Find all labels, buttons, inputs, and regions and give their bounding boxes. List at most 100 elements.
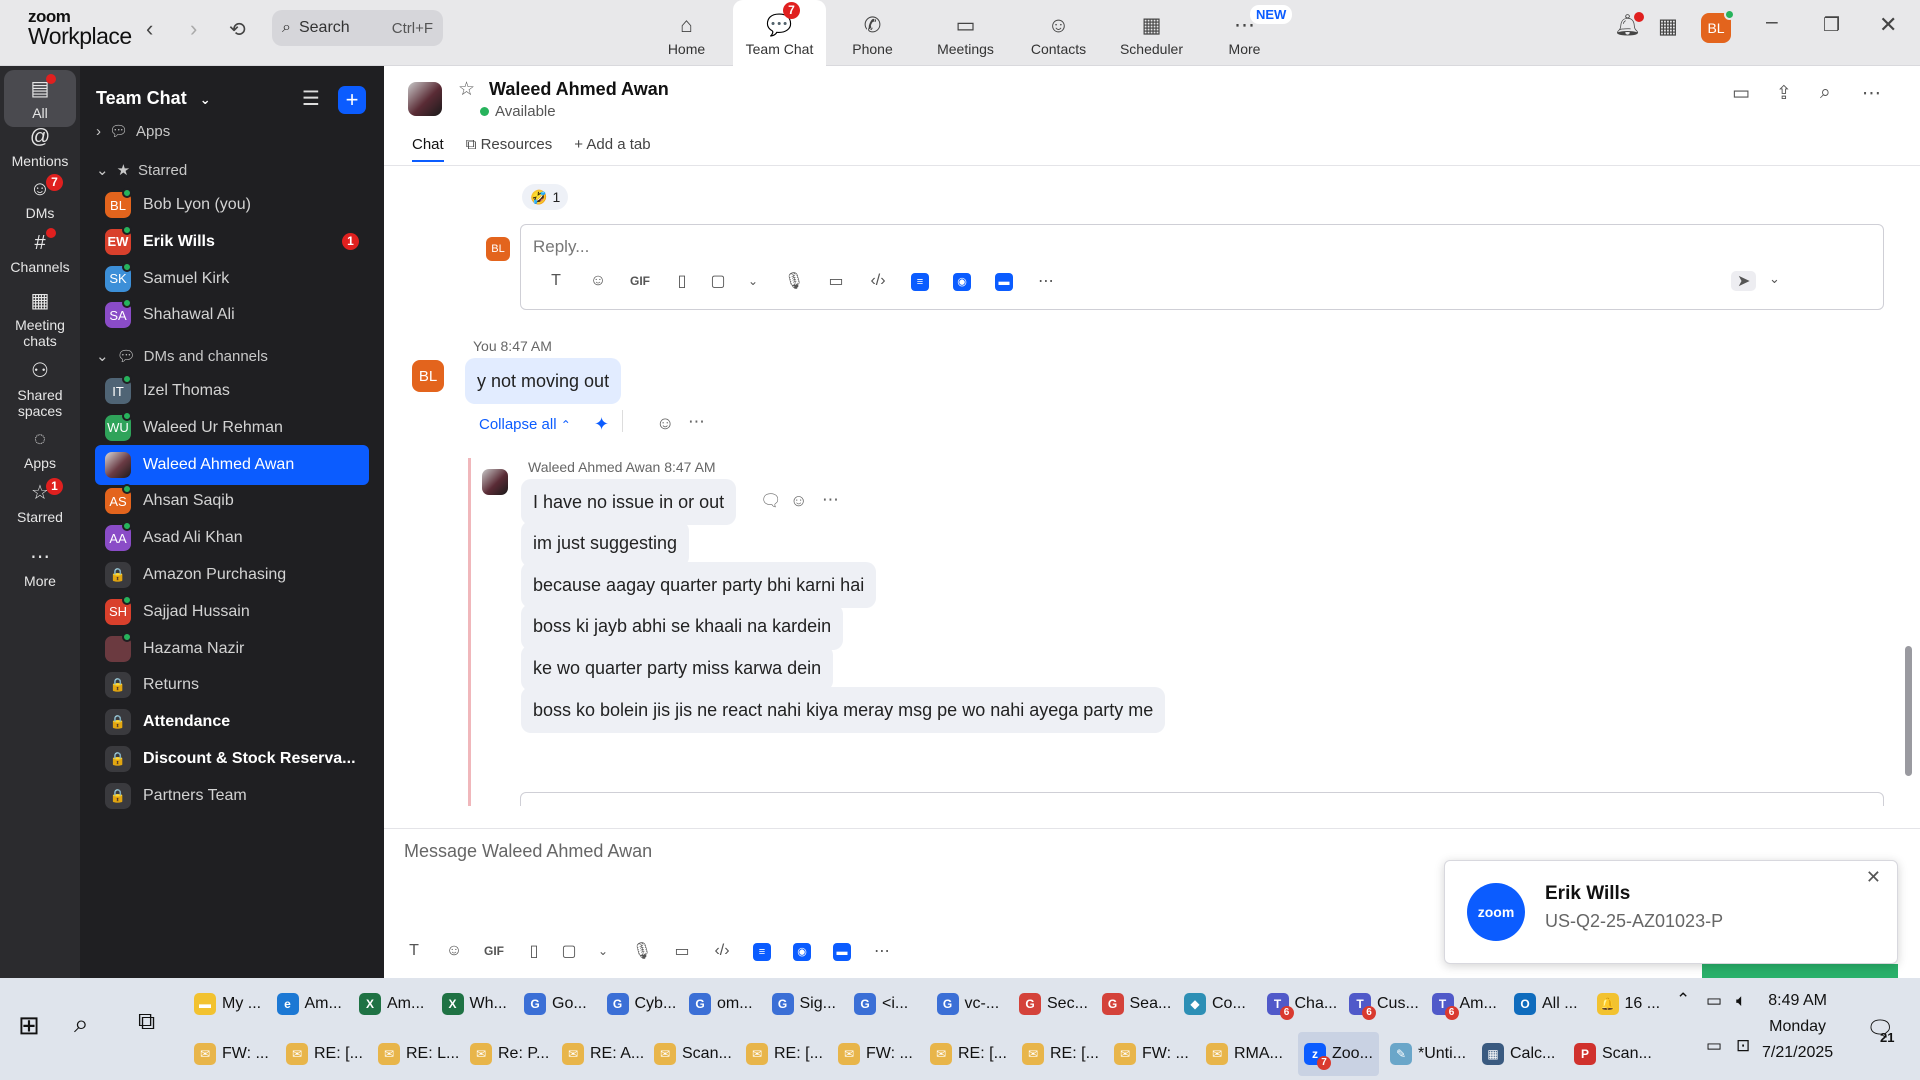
taskbar-item-my[interactable]: ▬ My ... — [194, 982, 261, 1026]
text-format-icon[interactable]: T — [394, 942, 434, 960]
taskbar-item-fw[interactable]: ✉ FW: ... — [194, 1032, 269, 1076]
reply-input[interactable]: Reply... T ☺ GIF ▯ ▢ ⌄ 🎙︎ ▭ ‹/› ≡ ◉ ▬ ⋯ … — [520, 224, 1884, 310]
new-chat-button[interactable]: + — [338, 86, 366, 114]
sidebar-item-hazama-nazir[interactable]: Hazama Nazir — [95, 629, 369, 669]
task-view-icon[interactable]: ⧉ — [138, 1008, 155, 1036]
taskbar-item-re[interactable]: ✉ RE: [... — [1022, 1032, 1099, 1076]
display-icon[interactable]: ▭ — [1706, 1036, 1722, 1056]
calendar-icon[interactable]: ▦ — [1658, 14, 1678, 39]
taskbar-item-re[interactable]: ✉ RE: [... — [286, 1032, 363, 1076]
more-icon[interactable]: ⋯ — [688, 412, 705, 432]
taskbar-item-wh[interactable]: X Wh... — [441, 982, 507, 1026]
contact-name[interactable]: Waleed Ahmed Awan — [489, 79, 669, 100]
rail-item-starred[interactable]: ☆ Starred 1 — [4, 478, 76, 525]
reaction-chip[interactable]: 🤣 1 — [522, 184, 569, 210]
sidebar-item-samuel-kirk[interactable]: SK Samuel Kirk — [95, 259, 369, 299]
gif-icon[interactable]: GIF — [474, 944, 514, 958]
rail-item-meeting-chats[interactable]: ▦ Meeting chats — [4, 290, 76, 349]
taskbar-item-go[interactable]: G Go... — [524, 982, 587, 1026]
taskbar-item-co[interactable]: ◆ Co... — [1184, 982, 1246, 1026]
thread-message-bubble[interactable]: boss ko bolein jis jis ne react nahi kiy… — [521, 687, 1166, 733]
reply-in-thread-icon[interactable]: 🗨︎ — [760, 491, 782, 511]
close-icon[interactable]: ✕ — [1866, 867, 1881, 888]
taskbar-item-cyb[interactable]: G Cyb... — [606, 982, 676, 1026]
tab-contacts[interactable]: ☺ Contacts — [1012, 0, 1105, 66]
rail-item-dms[interactable]: ☺ DMs 7 — [4, 174, 76, 221]
sidebar-item-erik-wills[interactable]: EW Erik Wills 1 — [95, 222, 369, 262]
taskbar-item-calc[interactable]: ▦ Calc... — [1482, 1032, 1555, 1076]
taskbar-item-re-a[interactable]: ✉ RE: A... — [562, 1032, 644, 1076]
video-call-icon[interactable]: ▭ — [1732, 82, 1750, 105]
sidebar-title[interactable]: Team Chat ⌄ — [96, 88, 211, 109]
taskbar-item-fw[interactable]: ✉ FW: ... — [838, 1032, 913, 1076]
tab-scheduler[interactable]: ▦ Scheduler — [1105, 0, 1198, 66]
emoji-icon[interactable]: ☺ — [577, 272, 619, 290]
sidebar-item-asad-ali-khan[interactable]: AA Asad Ali Khan — [95, 518, 369, 558]
taskbar-item-sec[interactable]: G Sec... — [1019, 982, 1088, 1026]
taskbar-item-re[interactable]: ✉ RE: [... — [746, 1032, 823, 1076]
rail-item-mentions[interactable]: @ Mentions — [4, 126, 76, 169]
thread-message-bubble[interactable]: boss ki jayb abhi se khaali na kardein — [521, 603, 844, 650]
sidebar-item-sajjad-hussain[interactable]: SH Sajjad Hussain — [95, 592, 369, 632]
thread-message-bubble[interactable]: im just suggesting — [521, 520, 690, 567]
file-icon[interactable]: ▯ — [661, 271, 703, 291]
starred-section[interactable]: ⌄ ★ Starred — [96, 161, 187, 180]
rail-item-shared-spaces[interactable]: ⚇ Shared spaces — [4, 360, 76, 419]
add-reaction-icon[interactable]: ☺ — [790, 491, 807, 511]
contact-avatar[interactable] — [408, 82, 442, 116]
gif-icon[interactable]: GIF — [619, 274, 661, 288]
taskbar-item-fw[interactable]: ✉ FW: ... — [1114, 1032, 1189, 1076]
taskbar-item-i[interactable]: G <i... — [854, 982, 908, 1026]
thread-reply-input[interactable] — [520, 792, 1884, 806]
ai-sparkle-icon[interactable]: ✦ — [594, 414, 609, 435]
app-icon-2[interactable]: ◉ — [782, 942, 822, 961]
message-bubble[interactable]: y not moving out — [465, 358, 622, 404]
scrollbar[interactable] — [1905, 646, 1912, 776]
taskbar-item-16[interactable]: 🔔 16 ... — [1596, 982, 1660, 1026]
chevron-down-icon[interactable]: ⌄ — [1769, 271, 1780, 287]
tab-meetings[interactable]: ▭ Meetings — [919, 0, 1012, 66]
sidebar-item-returns[interactable]: 🔒 Returns — [95, 665, 369, 705]
taskbar-item-cha[interactable]: T 6 Cha... — [1266, 982, 1337, 1026]
sender-avatar[interactable]: BL — [412, 360, 444, 392]
taskbar-item-am[interactable]: e Am... — [276, 982, 342, 1026]
taskbar-item-om[interactable]: Gom... — [689, 982, 753, 1026]
search-input[interactable]: ⌕ Search Ctrl+F — [272, 10, 443, 46]
code-icon[interactable]: ‹/› — [702, 942, 742, 960]
more-icon[interactable]: ⋯ — [822, 490, 839, 510]
sidebar-item-ahsan-saqib[interactable]: AS Ahsan Saqib — [95, 481, 369, 521]
more-icon[interactable]: ⋯ — [1025, 271, 1067, 291]
chevron-down-icon[interactable]: ⌄ — [584, 944, 622, 958]
taskbar-item-am[interactable]: T 6 Am... — [1431, 982, 1497, 1026]
dms-section[interactable]: ⌄ 💬︎ DMs and channels — [96, 347, 268, 366]
sidebar-item-bob-lyon-you[interactable]: BL Bob Lyon (you) — [95, 185, 369, 225]
tab-chat[interactable]: Chat — [412, 136, 444, 162]
filter-icon[interactable]: ☰ — [302, 86, 320, 111]
thread-message-bubble[interactable]: ke wo quarter party miss karwa dein — [521, 645, 834, 692]
video-message-icon[interactable]: ▭ — [815, 271, 857, 291]
microphone-icon[interactable]: 🎙︎ — [773, 271, 815, 291]
tab-resources[interactable]: ⧉ Resources — [466, 136, 553, 162]
taskbar-item-all[interactable]: O All ... — [1514, 982, 1578, 1026]
taskbar-item-unti[interactable]: ✎ *Unti... — [1390, 1032, 1466, 1076]
more-icon[interactable]: ⋯ — [862, 941, 902, 961]
add-reaction-icon[interactable]: ☺ — [656, 413, 674, 434]
thread-message-bubble[interactable]: I have no issue in or out — [521, 479, 737, 525]
taskbar-item-sea[interactable]: G Sea... — [1101, 982, 1171, 1026]
screenshot-icon[interactable]: ▢ — [703, 271, 733, 291]
app-icon-3[interactable]: ▬ — [822, 942, 862, 961]
close-icon[interactable]: ✕ — [1879, 12, 1897, 38]
sidebar-item-partners-team[interactable]: 🔒 Partners Team — [95, 776, 369, 816]
forward-arrow-icon[interactable]: › — [190, 16, 197, 42]
thread-message-bubble[interactable]: because aagay quarter party bhi karni ha… — [521, 562, 877, 609]
back-arrow-icon[interactable]: ‹ — [146, 16, 153, 42]
sidebar-item-amazon-purchasing[interactable]: 🔒 Amazon Purchasing — [95, 555, 369, 595]
taskbar-item-zoo[interactable]: z 7 Zoo... — [1298, 1032, 1379, 1076]
code-icon[interactable]: ‹/› — [857, 272, 899, 290]
tab-more[interactable]: ⋯ More NEW — [1198, 0, 1293, 66]
rail-item-all[interactable]: ▤ All — [4, 70, 76, 128]
text-format-icon[interactable]: T — [535, 272, 577, 290]
search-icon[interactable]: ⌕ — [74, 1008, 89, 1040]
chevron-up-icon[interactable]: ⌃ — [1676, 990, 1690, 1010]
notification-toast[interactable]: zoom Erik Wills US-Q2-25-AZ01023-P ✕ — [1444, 860, 1898, 964]
